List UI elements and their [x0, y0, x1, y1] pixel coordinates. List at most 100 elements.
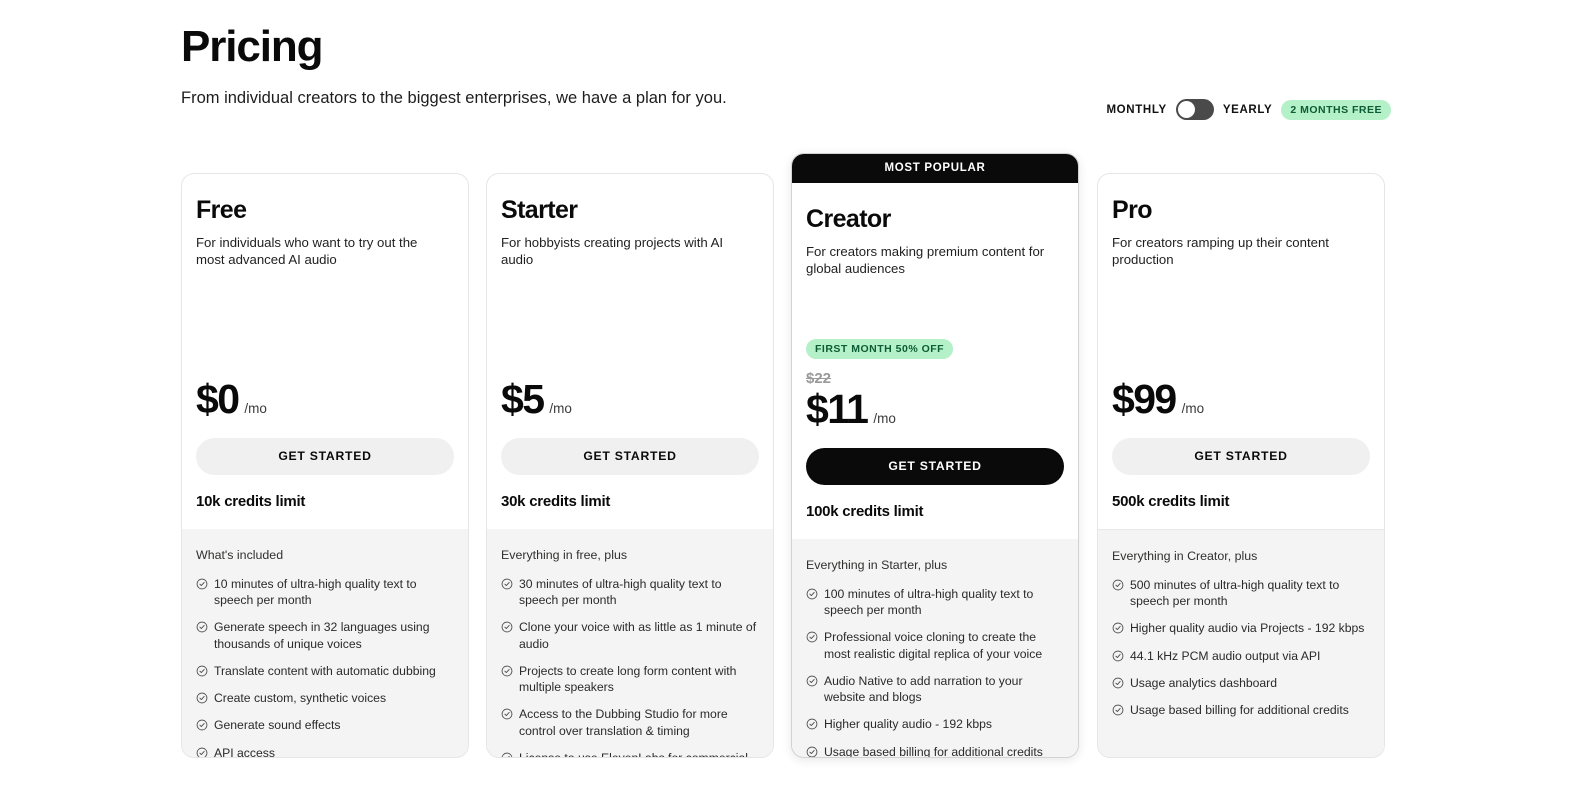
billing-switch[interactable] [1175, 99, 1214, 120]
feature-text: Clone your voice with as little as 1 min… [519, 620, 757, 651]
credits-limit: 100k credits limit [806, 503, 924, 520]
feature-item: Audio Native to add narration to your we… [806, 673, 1064, 705]
price-row: $11/mo [806, 385, 1064, 432]
check-circle-icon [196, 621, 208, 633]
feature-text: Projects to create long form content wit… [519, 663, 737, 695]
most-popular-banner: MOST POPULAR [792, 154, 1078, 183]
features-section: Everything in Creator, plus 500 minutes o… [1098, 530, 1384, 757]
feature-item: 10 minutes of ultra-high quality text to… [196, 576, 454, 608]
feature-text: Audio Native to add narration to your we… [824, 673, 1023, 705]
get-started-button[interactable]: GET STARTED [1112, 438, 1370, 475]
check-circle-icon [501, 708, 513, 720]
plan-description: For individuals who want to try out the … [196, 234, 418, 268]
feature-item: Generate speech in 32 languages using th… [196, 619, 454, 651]
price-row: $99/mo [1112, 375, 1370, 422]
feature-text: Access to the Dubbing Studio for more co… [519, 707, 728, 738]
feature-text: 44.1 kHz PCM audio output via API [1130, 648, 1321, 663]
pricing-card-pro: Pro For creators ramping up their content… [1097, 173, 1385, 758]
check-circle-icon [196, 665, 208, 677]
check-circle-icon [501, 752, 513, 757]
check-circle-icon [1112, 677, 1124, 689]
included-label: Everything in Starter, plus [806, 558, 948, 572]
feature-text: Usage based billing for additional credi… [1130, 703, 1349, 718]
feature-item: License to use ElevenLabs for commercial… [501, 750, 759, 758]
feature-item: 44.1 kHz PCM audio output via API [1112, 648, 1370, 664]
card-top-section: Pro For creators ramping up their content… [1098, 174, 1384, 529]
plan-name: Free [196, 196, 247, 224]
check-circle-icon [501, 621, 513, 633]
original-price: $22 [806, 369, 832, 387]
plan-price: $11 [806, 385, 869, 432]
feature-text: Higher quality audio via Projects - 192 … [1130, 621, 1365, 636]
credits-limit: 30k credits limit [501, 493, 611, 510]
feature-text: 500 minutes of ultra-high quality text t… [1130, 578, 1340, 609]
included-label: Everything in free, plus [501, 548, 628, 562]
plan-price: $0 [196, 375, 240, 422]
plan-period: /mo [873, 410, 896, 426]
features-section: Everything in Starter, plus 100 minutes o… [792, 539, 1078, 758]
feature-item: Usage analytics dashboard [1112, 675, 1370, 691]
plan-description: For creators making premium content for … [806, 243, 1045, 277]
billing-period-toggle[interactable]: MONTHLY YEARLY 2 MONTHS FREE [1106, 99, 1391, 120]
plan-description: For creators ramping up their content pr… [1112, 234, 1329, 268]
feature-text: 30 minutes of ultra-high quality text to… [519, 577, 722, 608]
feature-item: Access to the Dubbing Studio for more co… [501, 706, 759, 738]
features-section: What's included 10 minutes of ultra-high … [182, 529, 468, 758]
get-started-button[interactable]: GET STARTED [196, 438, 454, 475]
feature-item: Higher quality audio via Projects - 192 … [1112, 620, 1370, 636]
feature-text: Higher quality audio - 192 kbps [824, 717, 993, 732]
feature-text: Generate speech in 32 languages using th… [214, 620, 430, 651]
price-block: $0/mo GET STARTED 10k credits limit [196, 375, 454, 529]
feature-text: Usage based billing for additional credi… [824, 744, 1043, 758]
feature-text: Translate content with automatic dubbing [214, 663, 436, 678]
card-top-section: Starter For hobbyists creating projects w… [487, 174, 773, 529]
check-circle-icon [501, 578, 513, 590]
feature-text: Create custom, synthetic voices [214, 691, 387, 706]
check-circle-icon [196, 747, 208, 757]
check-circle-icon [501, 665, 513, 677]
check-circle-icon [1112, 579, 1124, 591]
card-top-section: Creator For creators making premium conte… [792, 183, 1078, 539]
pricing-card-free: Free For individuals who want to try out … [181, 173, 469, 758]
check-circle-icon [806, 631, 818, 643]
feature-item: 30 minutes of ultra-high quality text to… [501, 576, 759, 608]
check-circle-icon [196, 578, 208, 590]
feature-text: Professional voice cloning to create the… [824, 630, 1043, 661]
pricing-card-creator: MOST POPULAR Creator For creators making p… [791, 153, 1079, 758]
pricing-cards: Free For individuals who want to try out … [181, 153, 1386, 763]
price-block: FIRST MONTH 50% OFF $22 $11/mo GET STARTED 1… [806, 338, 1064, 539]
monthly-label[interactable]: MONTHLY [1106, 104, 1166, 116]
check-circle-icon [1112, 622, 1124, 634]
plan-name: Pro [1112, 196, 1152, 224]
get-started-button[interactable]: GET STARTED [501, 438, 759, 475]
included-label: Everything in Creator, plus [1112, 549, 1258, 563]
get-started-button[interactable]: GET STARTED [806, 448, 1064, 485]
feature-item: Clone your voice with as little as 1 min… [501, 619, 759, 651]
feature-text: 100 minutes of ultra-high quality text t… [824, 587, 1034, 618]
features-section: Everything in free, plus 30 minutes of ul… [487, 529, 773, 758]
included-label: What's included [196, 548, 284, 562]
feature-text: API access [214, 745, 275, 758]
credits-limit: 10k credits limit [196, 493, 306, 510]
plan-name: Creator [806, 205, 891, 233]
plan-period: /mo [1181, 400, 1205, 416]
page-title: Pricing [181, 22, 324, 71]
plan-period: /mo [549, 400, 572, 416]
feature-item: Translate content with automatic dubbing [196, 663, 454, 679]
feature-text: Generate sound effects [214, 718, 341, 733]
feature-item: 500 minutes of ultra-high quality text t… [1112, 577, 1370, 609]
page-header: Pricing From individual creators to the … [181, 22, 1391, 110]
yearly-label[interactable]: YEARLY [1223, 104, 1273, 116]
feature-item: API access [196, 745, 454, 758]
feature-text: License to use ElevenLabs for commercial… [519, 750, 748, 758]
check-circle-icon [196, 692, 208, 704]
price-row: $0/mo [196, 375, 454, 422]
credits-limit: 500k credits limit [1112, 493, 1230, 510]
plan-period: /mo [244, 400, 267, 416]
check-circle-icon [806, 588, 818, 600]
check-circle-icon [1112, 650, 1124, 662]
check-circle-icon [806, 746, 818, 757]
card-top-section: Free For individuals who want to try out … [182, 174, 468, 529]
plan-price: $99 [1112, 375, 1177, 422]
feature-item: Projects to create long form content wit… [501, 663, 759, 695]
